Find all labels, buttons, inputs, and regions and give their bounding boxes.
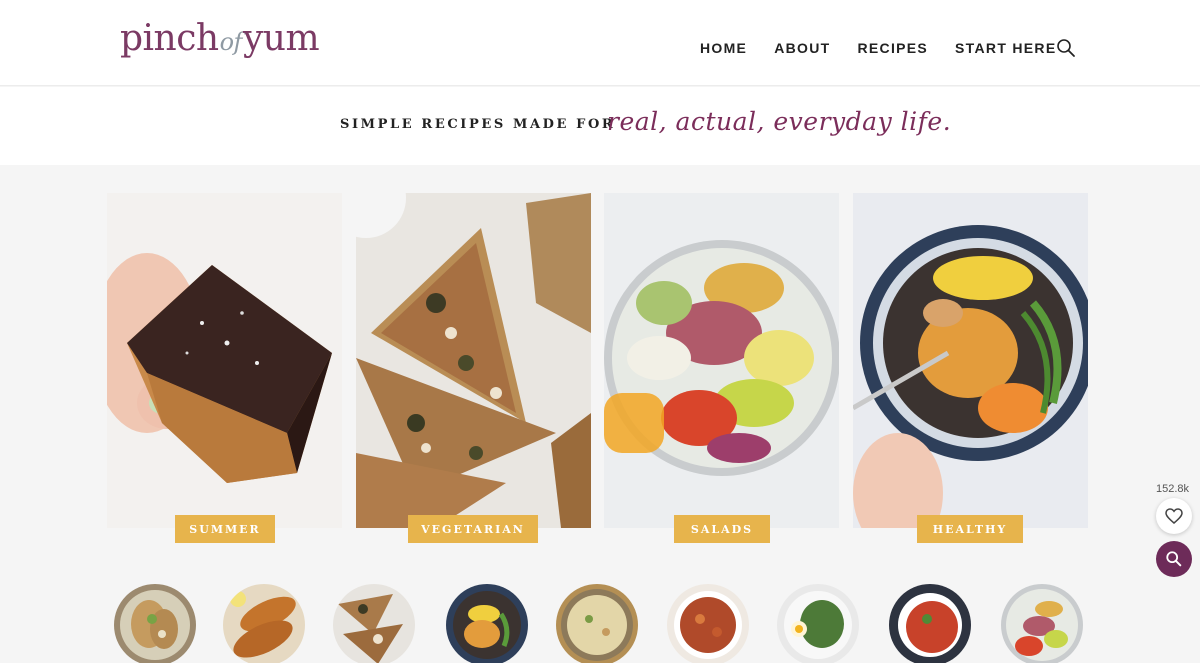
site-header: pinchofyum HOME ABOUT RECIPES START HERE (0, 0, 1200, 86)
heart-icon[interactable] (1156, 498, 1192, 534)
tagline-text: SIMPLE RECIPES MADE FOR (340, 117, 616, 132)
main-nav: HOME ABOUT RECIPES START HERE (700, 40, 1083, 56)
search-icon[interactable] (1056, 38, 1076, 58)
category-badge-summer[interactable]: SUMMER (175, 515, 275, 543)
logo-text-of: of (219, 28, 243, 56)
category-card-healthy[interactable] (853, 193, 1088, 528)
recipe-thumbnail-creamy-soup[interactable] (556, 584, 638, 663)
tagline-bar: SIMPLE RECIPES MADE FOR real, actual, ev… (0, 87, 1200, 165)
category-card-summer[interactable] (107, 193, 342, 528)
nav-recipes[interactable]: RECIPES (857, 40, 928, 56)
category-card-vegetarian[interactable] (356, 193, 591, 528)
category-badge-salads[interactable]: SALADS (674, 515, 770, 543)
logo-text-yum: yum (242, 18, 320, 59)
chocolate-bar-photo (107, 193, 342, 528)
site-logo[interactable]: pinchofyum (120, 18, 320, 59)
recipe-thumbnail-tacos[interactable] (114, 584, 196, 663)
logo-text-pinch: pinch (120, 18, 219, 59)
search-icon[interactable] (1156, 541, 1192, 577)
healthy-bowl-photo (853, 193, 1088, 528)
category-badge-healthy[interactable]: HEALTHY (917, 515, 1023, 543)
nav-about[interactable]: ABOUT (774, 40, 830, 56)
recipe-thumbnail-flatbread[interactable] (333, 584, 415, 663)
nav-home[interactable]: HOME (700, 40, 747, 56)
save-count: 152.8k (1156, 483, 1190, 495)
category-badge-vegetarian[interactable]: VEGETARIAN (408, 515, 538, 543)
recipe-thumbnail-roasted-squash[interactable] (223, 584, 305, 663)
recipe-thumbnail-tomato-soup[interactable] (889, 584, 971, 663)
category-card-salads[interactable] (604, 193, 839, 528)
recipe-thumbnail-tofu-bowl[interactable] (446, 584, 528, 663)
pizza-photo (356, 193, 591, 528)
nav-start-here[interactable]: START HERE (955, 40, 1056, 56)
tagline-script: real, actual, everyday life. (607, 107, 952, 136)
recipe-thumbnail-pasta[interactable] (667, 584, 749, 663)
recipe-thumbnail-egg-salad[interactable] (777, 584, 859, 663)
salad-bowl-photo (604, 193, 839, 528)
recipe-thumbnail-chopped-salad[interactable] (1001, 584, 1083, 663)
